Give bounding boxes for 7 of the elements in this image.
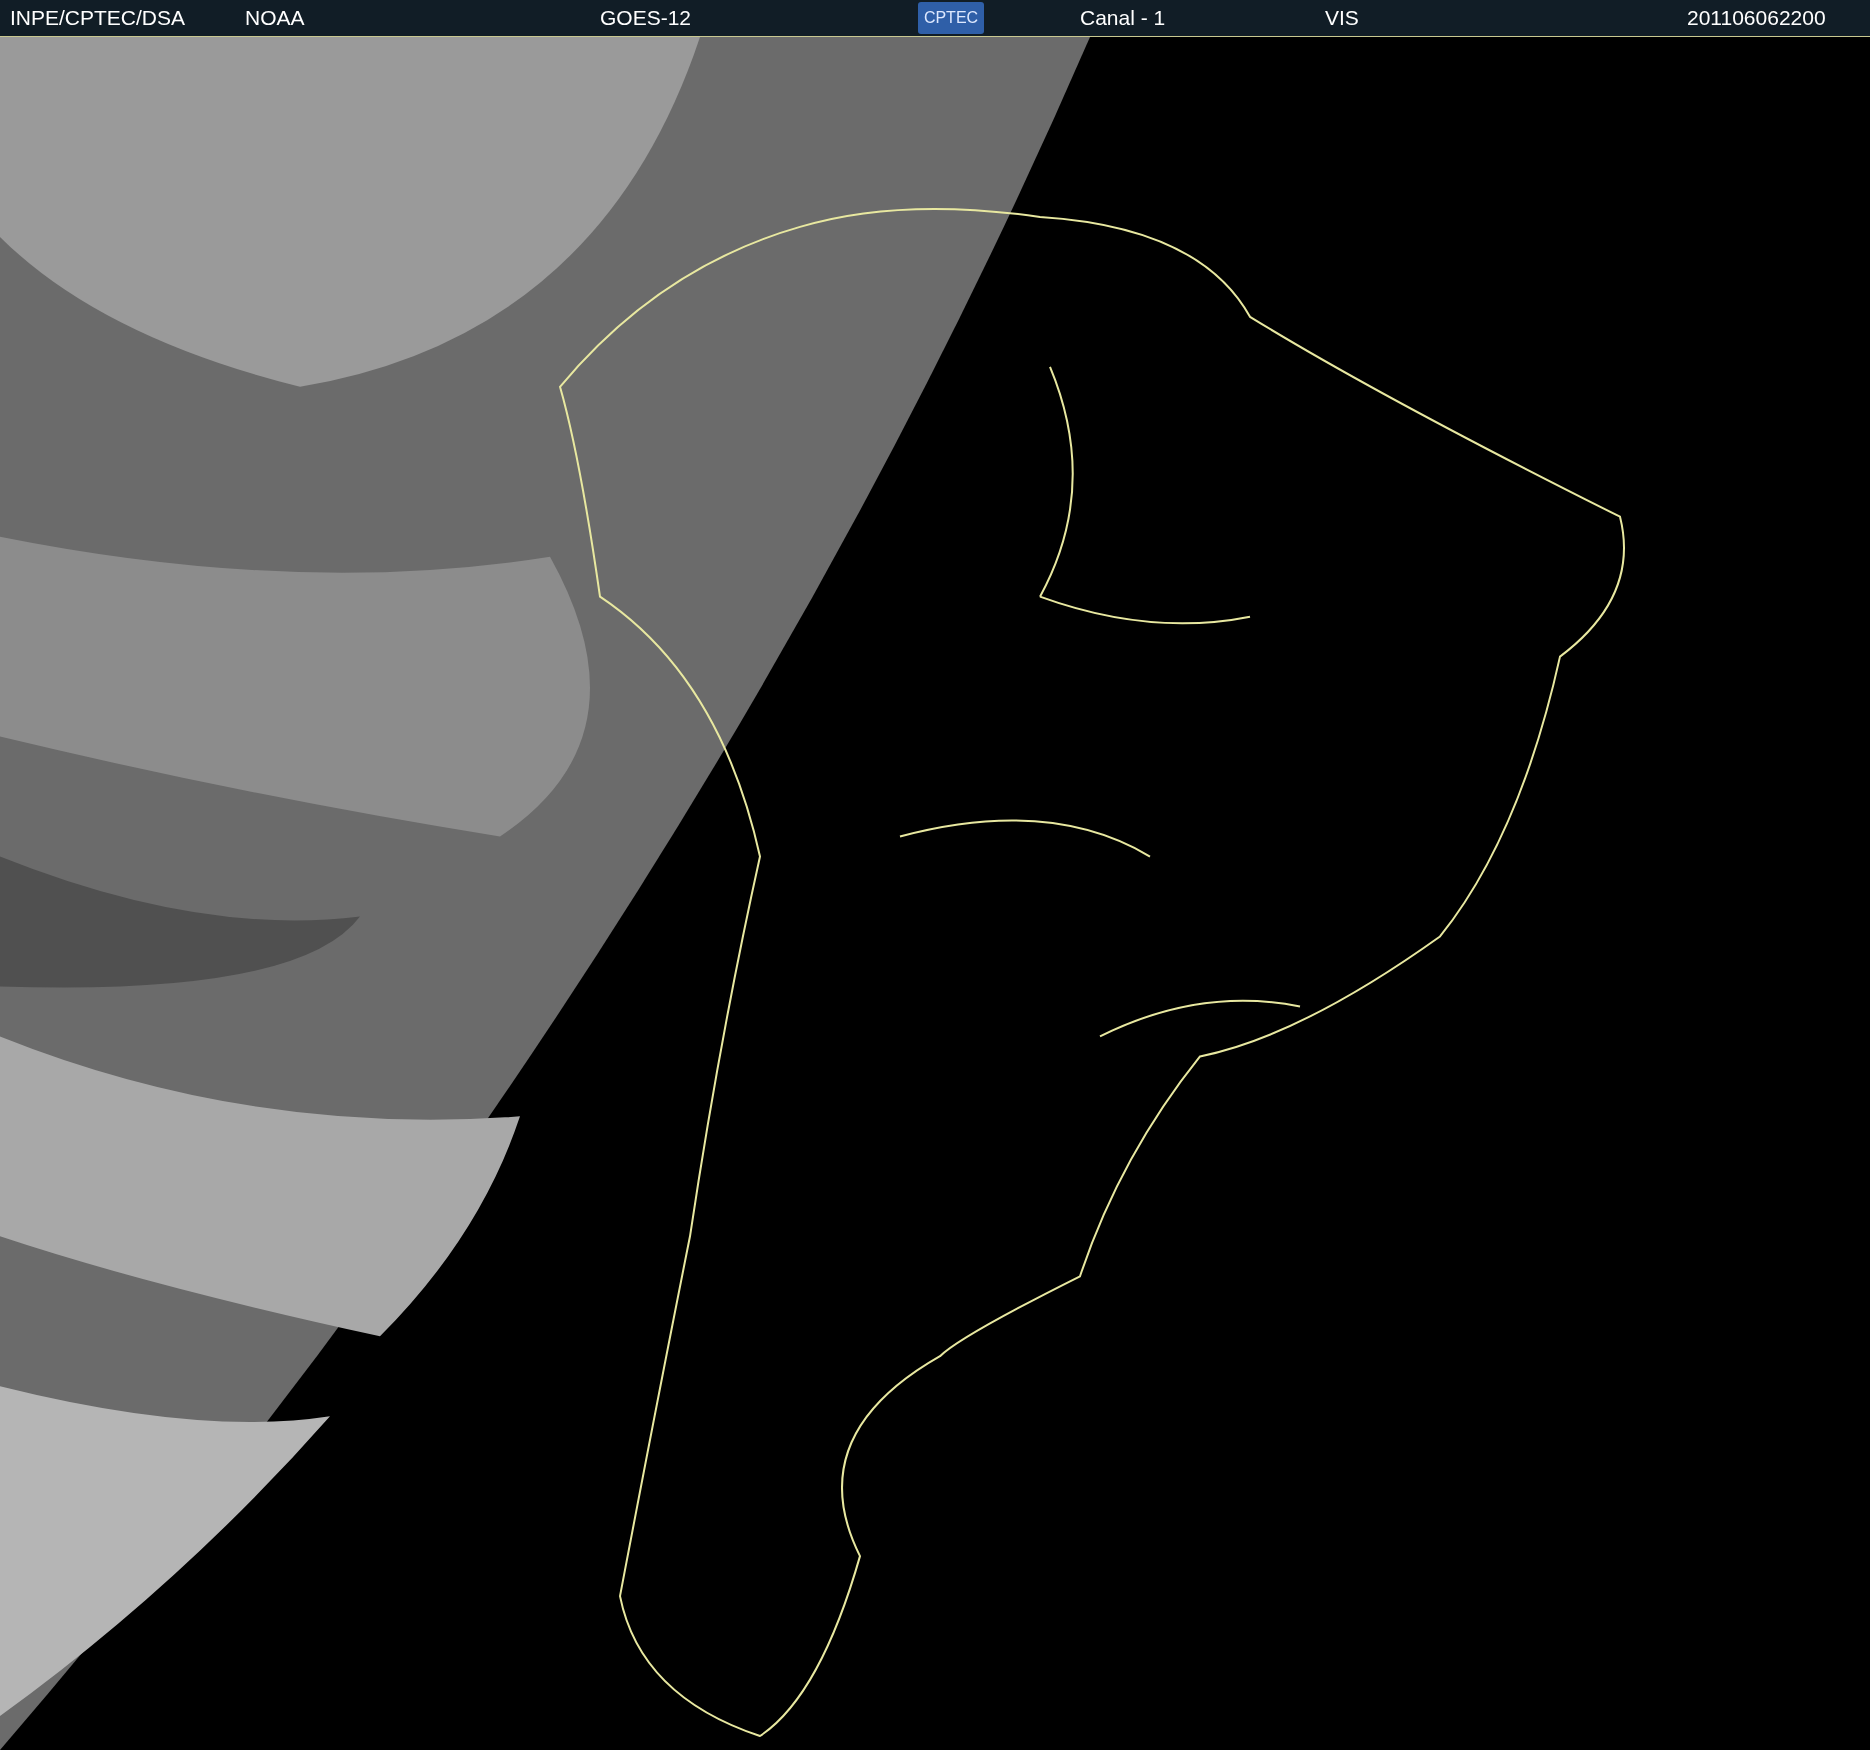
logo: CPTEC — [918, 2, 984, 34]
agency-label: NOAA — [245, 6, 306, 30]
satellite-label: GOES-12 — [600, 6, 693, 30]
institution-label: INPE/CPTEC/DSA — [10, 6, 187, 30]
channel-label: Canal - 1 — [1080, 6, 1167, 30]
band-label: VIS — [1325, 6, 1360, 30]
timestamp-label: 201106062200 — [1687, 6, 1826, 30]
